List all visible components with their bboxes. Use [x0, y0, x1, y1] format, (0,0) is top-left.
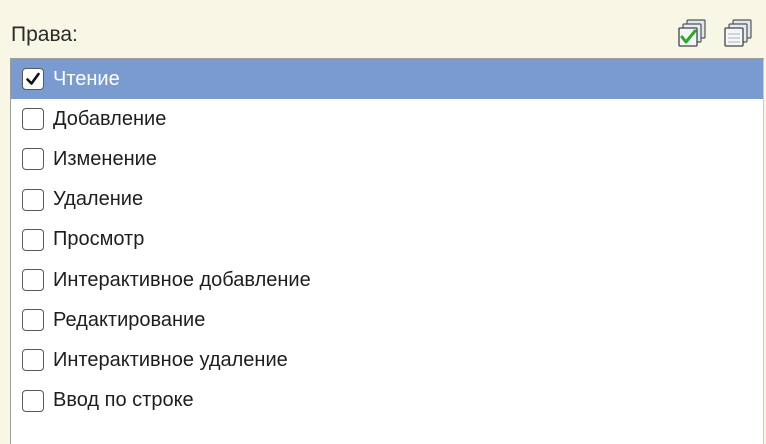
checkbox[interactable]: [22, 389, 44, 412]
rights-panel: Права: Чтение Добавление Изменение Удале…: [0, 0, 766, 444]
rights-item-label: Изменение: [53, 147, 157, 170]
rights-item[interactable]: Удаление: [11, 180, 763, 220]
rights-title: Права:: [11, 23, 78, 46]
uncheck-all-icon: [724, 19, 752, 47]
rights-item-label: Добавление: [53, 107, 167, 130]
uncheck-all-button[interactable]: [722, 18, 754, 50]
checkbox[interactable]: [22, 108, 44, 131]
rights-item-label: Просмотр: [53, 228, 145, 251]
rights-item[interactable]: Ввод по строке: [11, 381, 763, 421]
checkbox[interactable]: [22, 148, 44, 171]
checkbox[interactable]: [22, 188, 44, 211]
check-all-button[interactable]: [676, 18, 708, 50]
rights-item-label: Удаление: [53, 188, 144, 211]
rights-item[interactable]: Интерактивное удаление: [11, 340, 763, 380]
checkbox[interactable]: [22, 309, 44, 332]
checkbox[interactable]: [22, 349, 44, 372]
rights-item[interactable]: Чтение: [11, 59, 763, 100]
check-all-icon: [678, 19, 706, 47]
checkmark-icon: [26, 72, 40, 85]
rights-header: Права:: [0, 0, 766, 58]
checkbox[interactable]: [22, 228, 44, 251]
rights-item[interactable]: Просмотр: [11, 220, 763, 260]
checkbox[interactable]: [22, 68, 44, 91]
rights-list: Чтение Добавление Изменение Удаление Про…: [10, 58, 764, 444]
rights-item-label: Интерактивное удаление: [53, 348, 288, 371]
rights-item[interactable]: Интерактивное добавление: [11, 260, 763, 300]
rights-item[interactable]: Изменение: [11, 139, 763, 179]
checkbox[interactable]: [22, 269, 44, 292]
rights-item-label: Редактирование: [53, 308, 206, 331]
rights-item[interactable]: Добавление: [11, 99, 763, 139]
rights-item-label: Интерактивное добавление: [53, 268, 311, 291]
rights-item-label: Ввод по строке: [53, 389, 194, 412]
rights-item[interactable]: Редактирование: [11, 300, 763, 340]
rights-item-label: Чтение: [53, 67, 120, 90]
